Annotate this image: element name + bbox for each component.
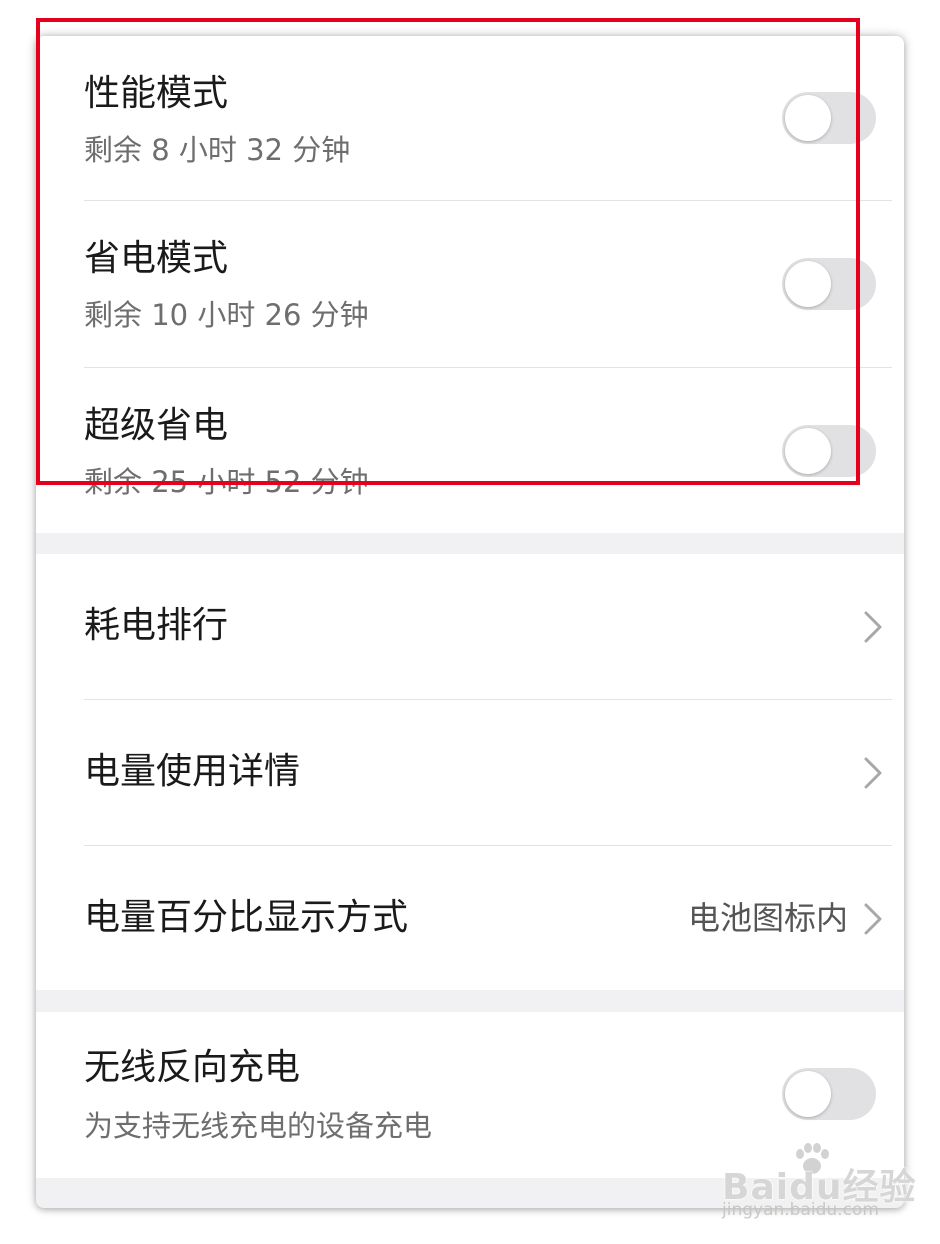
mode-remaining-time: 剩余 10 小时 26 分钟 xyxy=(84,298,369,332)
row-label: 电量使用详情 xyxy=(84,751,301,792)
row-description: 为支持无线充电的设备充电 xyxy=(84,1109,433,1143)
power-consumption-ranking-row[interactable]: 耗电排行 xyxy=(36,554,904,699)
mode-row-ultra-power-saving[interactable]: 超级省电 剩余 25 小时 52 分钟 xyxy=(36,368,904,533)
performance-mode-toggle[interactable] xyxy=(782,92,876,144)
chevron-right-icon xyxy=(864,757,882,789)
toggle-knob xyxy=(785,261,831,307)
toggle-knob xyxy=(785,95,831,141)
mode-row-power-saving[interactable]: 省电模式 剩余 10 小时 26 分钟 xyxy=(36,201,904,367)
wireless-reverse-charging-row[interactable]: 无线反向充电 为支持无线充电的设备充电 xyxy=(36,1012,904,1178)
battery-settings-screen: 性能模式 剩余 8 小时 32 分钟 省电模式 剩余 10 小时 26 分钟 超… xyxy=(36,36,904,1208)
current-value: 电池图标内 xyxy=(687,899,848,937)
wireless-reverse-charging-toggle[interactable] xyxy=(782,1068,876,1120)
mode-title: 性能模式 xyxy=(84,73,229,114)
chevron-right-icon xyxy=(864,903,882,935)
row-label: 电量百分比显示方式 xyxy=(84,897,409,938)
toggle-knob xyxy=(785,1071,831,1117)
wireless-reverse-charging-group: 无线反向充电 为支持无线充电的设备充电 xyxy=(36,1012,904,1178)
power-saving-mode-toggle[interactable] xyxy=(782,258,876,310)
ultra-power-saving-toggle[interactable] xyxy=(782,425,876,477)
toggle-knob xyxy=(785,428,831,474)
row-label: 耗电排行 xyxy=(84,605,229,646)
mode-title: 省电模式 xyxy=(84,238,229,279)
mode-remaining-time: 剩余 8 小时 32 分钟 xyxy=(84,133,351,167)
battery-mode-group: 性能模式 剩余 8 小时 32 分钟 省电模式 剩余 10 小时 26 分钟 超… xyxy=(36,36,904,533)
battery-details-group: 耗电排行 电量使用详情 电量百分比显示方式 电池图标内 xyxy=(36,554,904,990)
mode-row-performance[interactable]: 性能模式 剩余 8 小时 32 分钟 xyxy=(36,36,904,200)
battery-percentage-display-row[interactable]: 电量百分比显示方式 电池图标内 xyxy=(36,846,904,990)
mode-title: 超级省电 xyxy=(84,405,229,446)
mode-remaining-time: 剩余 25 小时 52 分钟 xyxy=(84,465,369,499)
row-title: 无线反向充电 xyxy=(84,1047,301,1088)
battery-usage-details-row[interactable]: 电量使用详情 xyxy=(36,700,904,845)
chevron-right-icon xyxy=(864,611,882,643)
